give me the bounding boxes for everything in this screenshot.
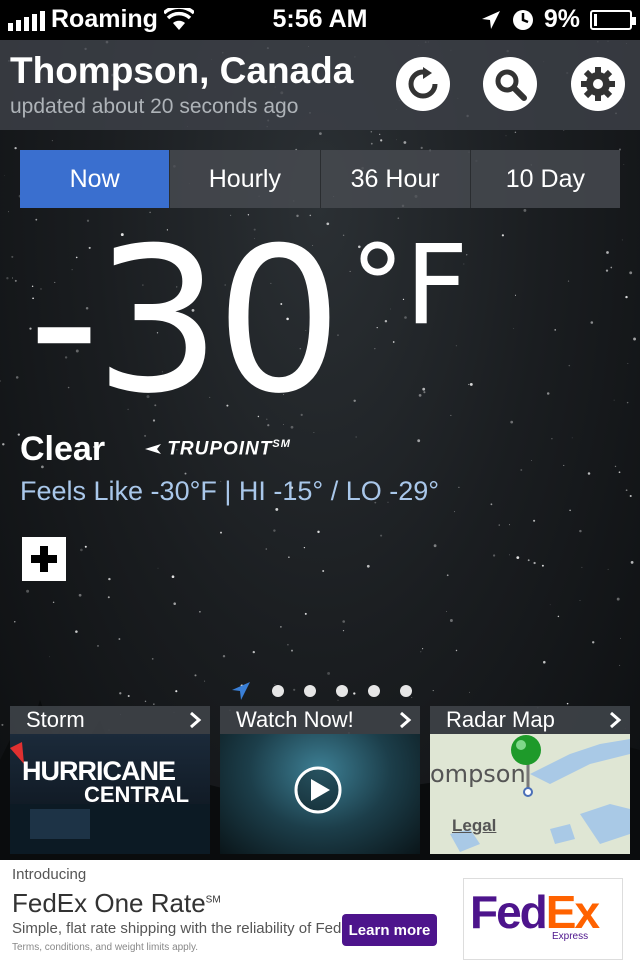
video-thumbnail[interactable] <box>220 734 420 854</box>
status-right: 9% <box>480 5 636 34</box>
trupoint-brand: TRUPOINT <box>167 438 273 460</box>
play-icon <box>294 766 342 814</box>
location-page-icon[interactable] <box>230 680 252 702</box>
storm-card-image: HURRICANE CENTRAL <box>10 734 210 854</box>
chevron-right-icon <box>190 711 202 729</box>
chevron-right-icon <box>400 711 412 729</box>
ad-terms: Terms, conditions, and weight limits app… <box>12 942 199 953</box>
condition-label: Clear <box>20 430 106 468</box>
temperature-unit: °F <box>350 221 469 349</box>
current-temperature: -30 <box>28 205 343 438</box>
page-dot[interactable] <box>336 685 348 697</box>
chevron-right-icon <box>610 711 622 729</box>
page-dot[interactable] <box>368 685 380 697</box>
storm-card-title: Storm <box>26 707 85 732</box>
feels-like-text: Feels Like -30°F | HI -15° / LO -29° <box>20 476 440 506</box>
page-dot[interactable] <box>304 685 316 697</box>
battery-icon <box>590 9 636 30</box>
ad-banner[interactable]: Introducing FedEx One RateSM Simple, fla… <box>0 860 640 960</box>
updated-timestamp: updated about 20 seconds ago <box>10 95 299 118</box>
tab-36-hour[interactable]: 36 Hour <box>320 150 471 208</box>
trupoint-arrow-icon <box>145 444 161 455</box>
storm-card-header[interactable]: Storm <box>10 706 210 734</box>
tab-10-day[interactable]: 10 Day <box>470 150 620 208</box>
page-dot[interactable] <box>400 685 412 697</box>
refresh-icon <box>408 67 438 99</box>
battery-percent: 9% <box>543 5 580 33</box>
radar-map-card-header[interactable]: Radar Map <box>430 706 630 734</box>
page-dot[interactable] <box>272 685 284 697</box>
refresh-button[interactable] <box>396 57 450 111</box>
trupoint-mark: SM <box>272 438 291 450</box>
watch-now-card-header[interactable]: Watch Now! <box>220 706 420 734</box>
gear-icon <box>581 67 615 101</box>
fedex-logo[interactable]: FedEx Express <box>463 878 623 960</box>
ad-title-mark: SM <box>205 894 221 906</box>
add-location-button[interactable] <box>22 537 66 581</box>
ad-title: FedEx One RateSM <box>12 888 221 919</box>
watch-now-card[interactable]: Watch Now! <box>220 706 420 860</box>
city-name: Thompson, Canada <box>10 50 354 91</box>
search-button[interactable] <box>483 57 537 111</box>
clock-icon <box>512 9 533 30</box>
ad-subtitle: Simple, flat rate shipping with the reli… <box>12 920 363 937</box>
radar-map-card[interactable]: Radar Map ompson Legal <box>430 706 630 860</box>
radar-map-card-title: Radar Map <box>446 707 555 732</box>
tab-hourly[interactable]: Hourly <box>170 150 321 208</box>
location-arrow-icon <box>481 10 500 29</box>
tab-now[interactable]: Now <box>20 150 171 208</box>
fedex-express-label: Express <box>552 931 589 942</box>
weather-main: Thompson, Canada updated about 20 second… <box>0 40 640 860</box>
storm-card[interactable]: Storm HURRICANE CENTRAL <box>10 706 210 860</box>
map-pin-icon <box>511 735 541 797</box>
forecast-tabs: Now Hourly 36 Hour 10 Day <box>20 150 620 208</box>
watch-now-card-title: Watch Now! <box>236 707 354 732</box>
search-icon <box>495 69 527 101</box>
learn-more-button[interactable]: Learn more <box>342 914 437 946</box>
trupoint-logo: TRUPOINTSM <box>145 438 291 460</box>
radar-map-thumbnail[interactable]: ompson Legal <box>430 734 630 854</box>
plus-icon <box>31 546 57 572</box>
ad-title-text: FedEx One Rate <box>12 888 206 918</box>
central-title: CENTRAL <box>84 782 190 807</box>
page-indicator <box>230 680 412 702</box>
location-header: Thompson, Canada updated about 20 second… <box>0 40 640 130</box>
settings-button[interactable] <box>571 57 625 111</box>
status-bar: Roaming 5:56 AM 9% <box>0 0 640 40</box>
ad-intro: Introducing <box>12 866 87 883</box>
map-legal-link[interactable]: Legal <box>452 816 496 836</box>
battery-fill <box>594 13 597 26</box>
